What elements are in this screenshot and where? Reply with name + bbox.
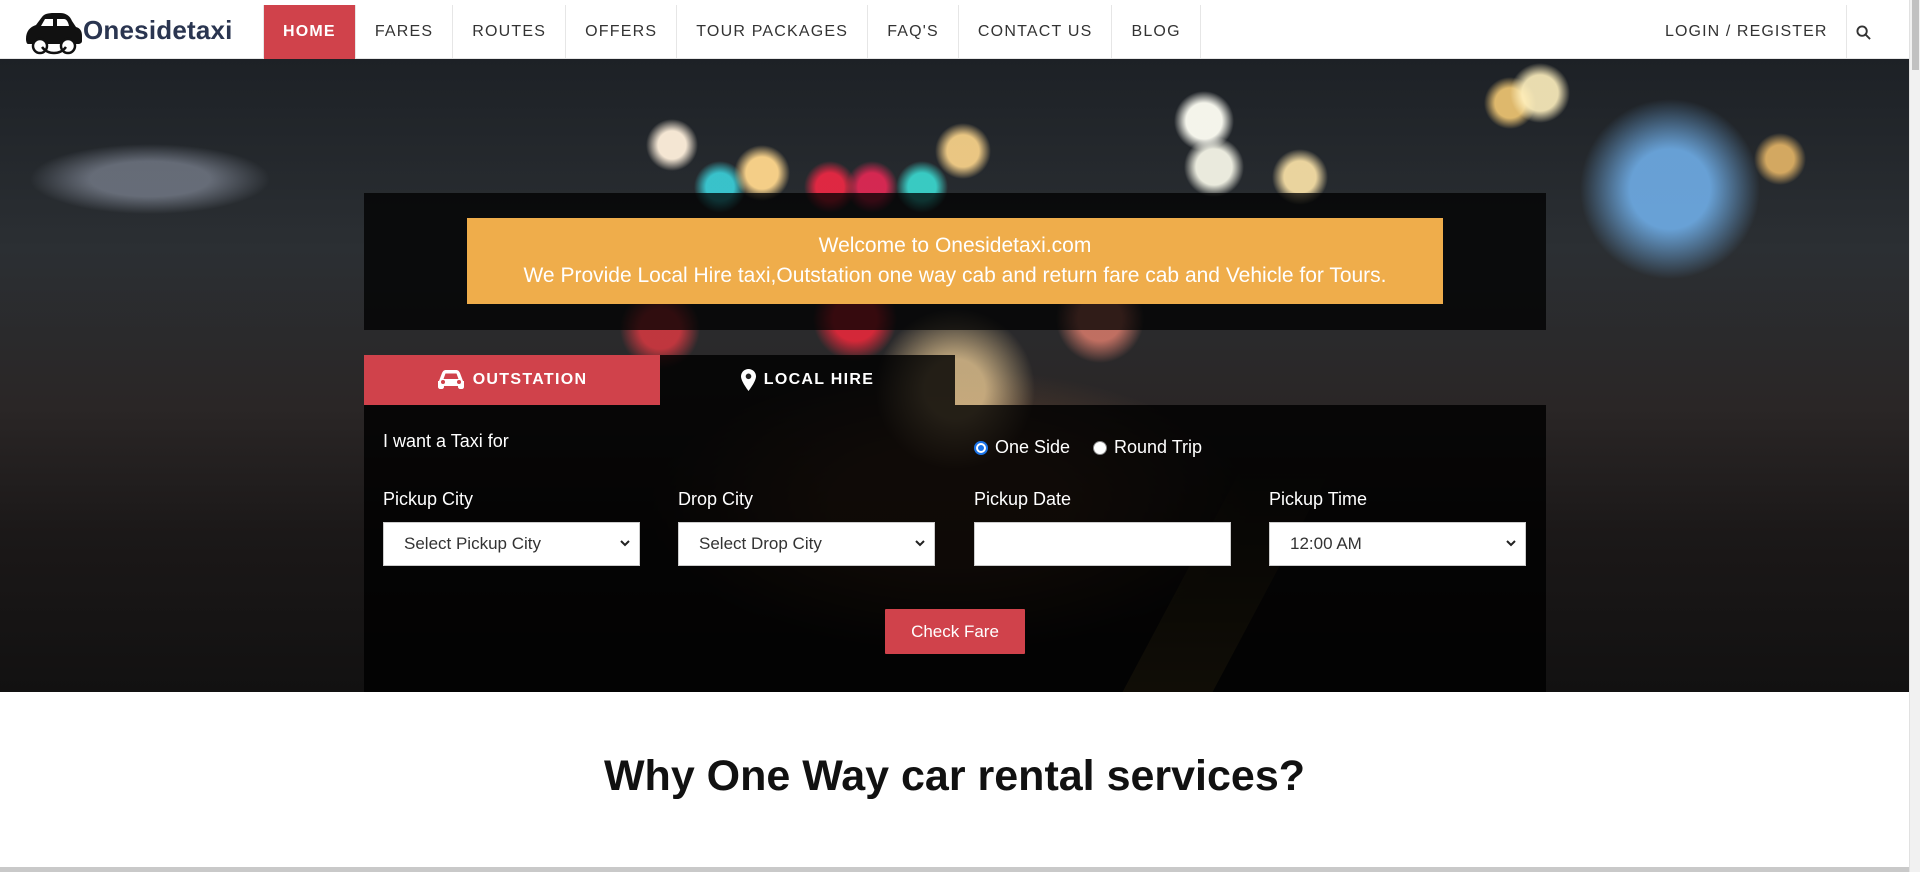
chevron-down-icon — [1506, 540, 1516, 547]
welcome-banner: Welcome to Onesidetaxi.com We Provide Lo… — [467, 218, 1443, 304]
drop-city-label: Drop City — [678, 489, 754, 509]
main-nav: HOME FARES ROUTES OFFERS TOUR PACKAGES F… — [263, 5, 1201, 59]
pickup-time-select[interactable]: 12:00 AM — [1269, 522, 1526, 566]
nav-item-fares[interactable]: FARES — [356, 5, 454, 59]
pickup-city-value: Select Pickup City — [404, 534, 541, 553]
nav-item-faqs[interactable]: FAQ'S — [868, 5, 959, 59]
chevron-down-icon — [915, 540, 925, 547]
radio-one-side[interactable]: One Side — [974, 437, 1070, 458]
taxi-logo-icon — [26, 13, 82, 55]
tab-local-hire-label: LOCAL HIRE — [763, 371, 875, 388]
login-register-link[interactable]: LOGIN / REGISTER — [1647, 5, 1847, 59]
pickup-city-select[interactable]: Select Pickup City — [383, 522, 640, 566]
pickup-date-input[interactable] — [974, 522, 1231, 566]
nav-item-offers[interactable]: OFFERS — [566, 5, 678, 59]
pickup-time-value: 12:00 AM — [1290, 534, 1362, 553]
radio-unchecked-icon — [1093, 440, 1107, 455]
welcome-subtitle: We Provide Local Hire taxi,Outstation on… — [523, 264, 1387, 287]
bottom-divider — [0, 867, 1909, 872]
radio-one-side-label: One Side — [995, 437, 1071, 457]
chevron-down-icon — [620, 540, 630, 547]
brand-name: Onesidetaxi — [83, 15, 233, 45]
welcome-title: Welcome to Onesidetaxi.com — [818, 234, 1092, 257]
car-icon — [437, 369, 465, 391]
section-title: Why One Way car rental services? — [603, 752, 1306, 800]
want-taxi-label: I want a Taxi for — [383, 431, 509, 451]
search-button[interactable] — [1838, 5, 1888, 59]
logo[interactable]: Onesidetaxi — [20, 9, 233, 63]
pickup-city-label: Pickup City — [383, 489, 474, 509]
scrollbar-thumb[interactable] — [1912, 0, 1919, 70]
tab-outstation-label: OUTSTATION — [472, 371, 588, 388]
site-header: Onesidetaxi HOME FARES ROUTES OFFERS TOU… — [0, 5, 1909, 59]
drop-city-value: Select Drop City — [699, 534, 822, 553]
pickup-time-label: Pickup Time — [1269, 489, 1368, 509]
nav-item-blog[interactable]: BLOG — [1112, 5, 1201, 59]
nav-item-contact-us[interactable]: CONTACT US — [959, 5, 1113, 59]
search-icon — [1855, 24, 1871, 40]
nav-item-tour-packages[interactable]: TOUR PACKAGES — [677, 5, 869, 59]
pickup-date-label: Pickup Date — [974, 489, 1072, 509]
tab-outstation[interactable]: OUTSTATION — [364, 355, 660, 405]
page: Onesidetaxi HOME FARES ROUTES OFFERS TOU… — [0, 0, 1920, 872]
check-fare-button[interactable]: Check Fare — [885, 609, 1025, 654]
radio-checked-icon — [974, 440, 988, 455]
drop-city-select[interactable]: Select Drop City — [678, 522, 935, 566]
page-scrollbar[interactable] — [1909, 0, 1920, 872]
nav-item-home[interactable]: HOME — [263, 5, 356, 59]
radio-round-trip-label: Round Trip — [1114, 437, 1203, 457]
tab-local-hire[interactable]: LOCAL HIRE — [660, 355, 955, 405]
map-pin-icon — [740, 369, 756, 391]
nav-item-routes[interactable]: ROUTES — [453, 5, 567, 59]
radio-round-trip[interactable]: Round Trip — [1093, 437, 1202, 458]
